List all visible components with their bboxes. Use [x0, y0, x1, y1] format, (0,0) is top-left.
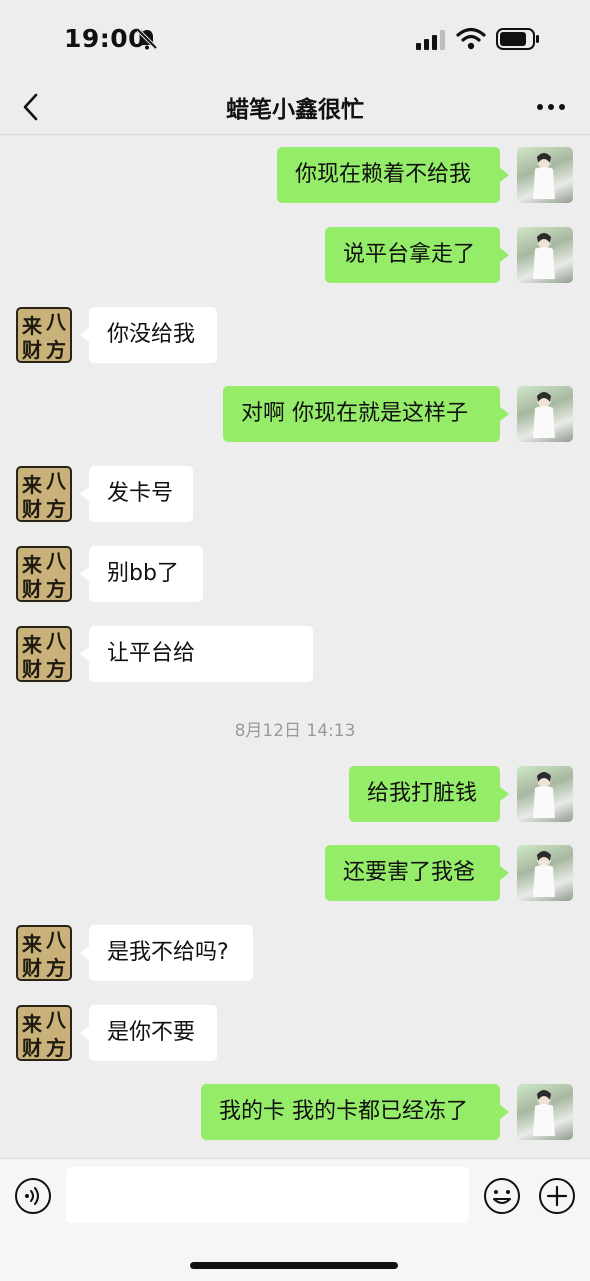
signal-icon	[416, 30, 445, 50]
received-message-bubble[interactable]: 让平台给	[80, 626, 313, 682]
contact-avatar[interactable]: 来 八 财 方	[16, 466, 72, 522]
sent-message-bubble[interactable]: 你现在赖着不给我	[277, 147, 509, 203]
svg-text:八: 八	[46, 1008, 67, 1032]
received-message-bubble[interactable]: 是我不给吗?	[80, 925, 253, 981]
my-avatar[interactable]	[517, 147, 573, 203]
svg-text:来: 来	[21, 1012, 43, 1036]
svg-text:财: 财	[22, 657, 42, 681]
home-indicator[interactable]	[190, 1262, 398, 1269]
svg-text:方: 方	[46, 1036, 66, 1060]
svg-text:八: 八	[46, 629, 67, 653]
received-message-bubble[interactable]: 是你不要	[80, 1005, 217, 1061]
chat-header: 蜡笔小鑫很忙	[0, 80, 590, 135]
wifi-icon	[456, 27, 486, 50]
more-icon[interactable]	[534, 94, 568, 120]
svg-text:财: 财	[22, 1036, 42, 1060]
status-bar: 19:00	[0, 0, 590, 80]
svg-text:财: 财	[22, 338, 42, 362]
sent-message-bubble[interactable]: 我的卡 我的卡都已经冻了	[201, 1084, 509, 1140]
svg-text:方: 方	[46, 497, 66, 521]
contact-avatar[interactable]: 来 八 财 方	[16, 546, 72, 602]
svg-text:方: 方	[46, 657, 66, 681]
voice-icon[interactable]	[14, 1177, 52, 1215]
sent-message-bubble[interactable]: 还要害了我爸	[325, 845, 509, 901]
sent-message-bubble[interactable]: 给我打脏钱	[349, 766, 509, 822]
svg-text:来: 来	[21, 553, 43, 577]
message-input[interactable]	[66, 1167, 469, 1223]
battery-icon	[496, 28, 539, 50]
emoji-icon[interactable]	[483, 1177, 521, 1215]
status-time: 19:00	[64, 24, 147, 53]
contact-avatar[interactable]: 来 八 财 方	[16, 307, 72, 363]
svg-text:来: 来	[21, 473, 43, 497]
svg-text:来: 来	[21, 633, 43, 657]
svg-text:方: 方	[46, 577, 66, 601]
contact-avatar[interactable]: 来 八 财 方	[16, 1005, 72, 1061]
my-avatar[interactable]	[517, 1084, 573, 1140]
my-avatar[interactable]	[517, 766, 573, 822]
svg-text:财: 财	[22, 577, 42, 601]
svg-text:财: 财	[22, 956, 42, 980]
chat-timestamp: 8月12日 14:13	[234, 721, 356, 741]
svg-text:方: 方	[46, 338, 66, 362]
contact-avatar[interactable]: 来 八 财 方	[16, 626, 72, 682]
svg-text:八: 八	[46, 928, 67, 952]
svg-text:八: 八	[46, 469, 67, 493]
mute-icon	[136, 28, 158, 50]
received-message-bubble[interactable]: 发卡号	[80, 466, 193, 522]
contact-avatar[interactable]: 来 八 财 方	[16, 925, 72, 981]
my-avatar[interactable]	[517, 845, 573, 901]
svg-text:来: 来	[21, 314, 43, 338]
svg-text:方: 方	[46, 956, 66, 980]
my-avatar[interactable]	[517, 386, 573, 442]
received-message-bubble[interactable]: 你没给我	[80, 307, 217, 363]
svg-text:财: 财	[22, 497, 42, 521]
received-message-bubble[interactable]: 别bb了	[80, 546, 203, 602]
sent-message-bubble[interactable]: 对啊 你现在就是这样子	[223, 386, 509, 442]
svg-text:来: 来	[21, 932, 43, 956]
svg-text:八: 八	[46, 310, 67, 334]
svg-text:八: 八	[46, 549, 67, 573]
sent-message-bubble[interactable]: 说平台拿走了	[325, 227, 509, 283]
chat-title: 蜡笔小鑫很忙	[226, 97, 364, 123]
plus-icon[interactable]	[538, 1177, 576, 1215]
my-avatar[interactable]	[517, 227, 573, 283]
